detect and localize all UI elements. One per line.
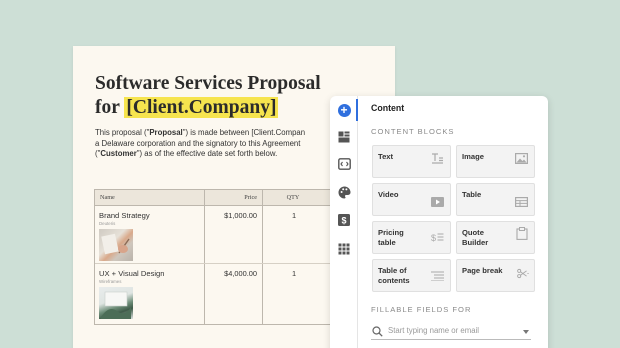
content-panel: + $ Content CONTENT BLOCKS Text Image Vi… (330, 96, 548, 348)
item-thumbnail-image (99, 287, 133, 319)
block-table[interactable]: Table (456, 183, 535, 216)
recipient-search-input[interactable]: Start typing name or email (371, 324, 531, 340)
block-image[interactable]: Image (456, 145, 535, 178)
pricing-table-icon: $ (431, 232, 444, 243)
item-subtitle: Deuteris (99, 221, 116, 226)
block-pricing-table[interactable]: Pricing table $ (372, 221, 451, 254)
palette-icon[interactable] (337, 185, 351, 199)
content-blocks-label: CONTENT BLOCKS (371, 127, 455, 136)
block-label: Page break (462, 266, 503, 275)
block-text[interactable]: Text (372, 145, 451, 178)
quote-builder-icon (515, 227, 528, 240)
search-icon (372, 326, 383, 337)
apps-grid-icon[interactable] (337, 242, 351, 256)
video-play-icon (431, 196, 444, 207)
column-header-name: Name (95, 190, 205, 205)
block-page-break[interactable]: Page break (456, 259, 535, 292)
block-table-of-contents[interactable]: Table of contents (372, 259, 451, 292)
svg-text:$: $ (431, 233, 436, 243)
active-tab-indicator (356, 99, 358, 121)
pricing-dollar-icon[interactable]: $ (337, 213, 351, 227)
block-label: Image (462, 152, 484, 161)
fillable-fields-label: FILLABLE FIELDS FOR (371, 305, 472, 314)
item-qty: 1 (291, 269, 297, 278)
toc-list-icon (431, 270, 444, 281)
document-title: Software Services Proposal for [Client.C… (95, 72, 321, 120)
image-icon (515, 153, 528, 164)
column-header-price: Price (205, 190, 263, 205)
svg-text:$: $ (341, 216, 346, 226)
table-icon (515, 196, 528, 207)
document-title-for: for (95, 97, 120, 118)
text-icon (431, 153, 444, 164)
item-subtitle: Wireframes (99, 279, 122, 284)
search-placeholder: Start typing name or email (388, 326, 480, 335)
item-qty: 1 (291, 211, 297, 220)
column-header-qty: QTY (286, 194, 300, 201)
block-label: Table (462, 190, 482, 199)
block-label: Table of contents (378, 266, 410, 285)
scissors-icon (517, 268, 530, 279)
chevron-down-icon[interactable] (523, 330, 529, 334)
add-content-icon[interactable]: + (337, 103, 351, 117)
item-title: Brand Strategy (99, 211, 150, 220)
document-title-line1: Software Services Proposal (95, 73, 321, 94)
block-label: Video (378, 190, 399, 199)
item-thumbnail-image (99, 229, 133, 261)
block-quote-builder[interactable]: Quote Builder (456, 221, 535, 254)
item-price: $4,000.00 (205, 264, 263, 324)
client-company-placeholder[interactable]: [Client.Company] (124, 97, 279, 118)
variables-icon[interactable] (337, 157, 351, 171)
block-label: Pricing table (378, 228, 404, 247)
blocks-layout-icon[interactable] (337, 130, 351, 144)
block-video[interactable]: Video (372, 183, 451, 216)
panel-icon-rail: + $ (330, 96, 358, 348)
block-label: Quote Builder (462, 228, 489, 247)
item-title: UX + Visual Design (99, 269, 165, 278)
item-price: $1,000.00 (205, 206, 263, 263)
block-label: Text (378, 152, 394, 161)
panel-title: Content (371, 103, 405, 113)
